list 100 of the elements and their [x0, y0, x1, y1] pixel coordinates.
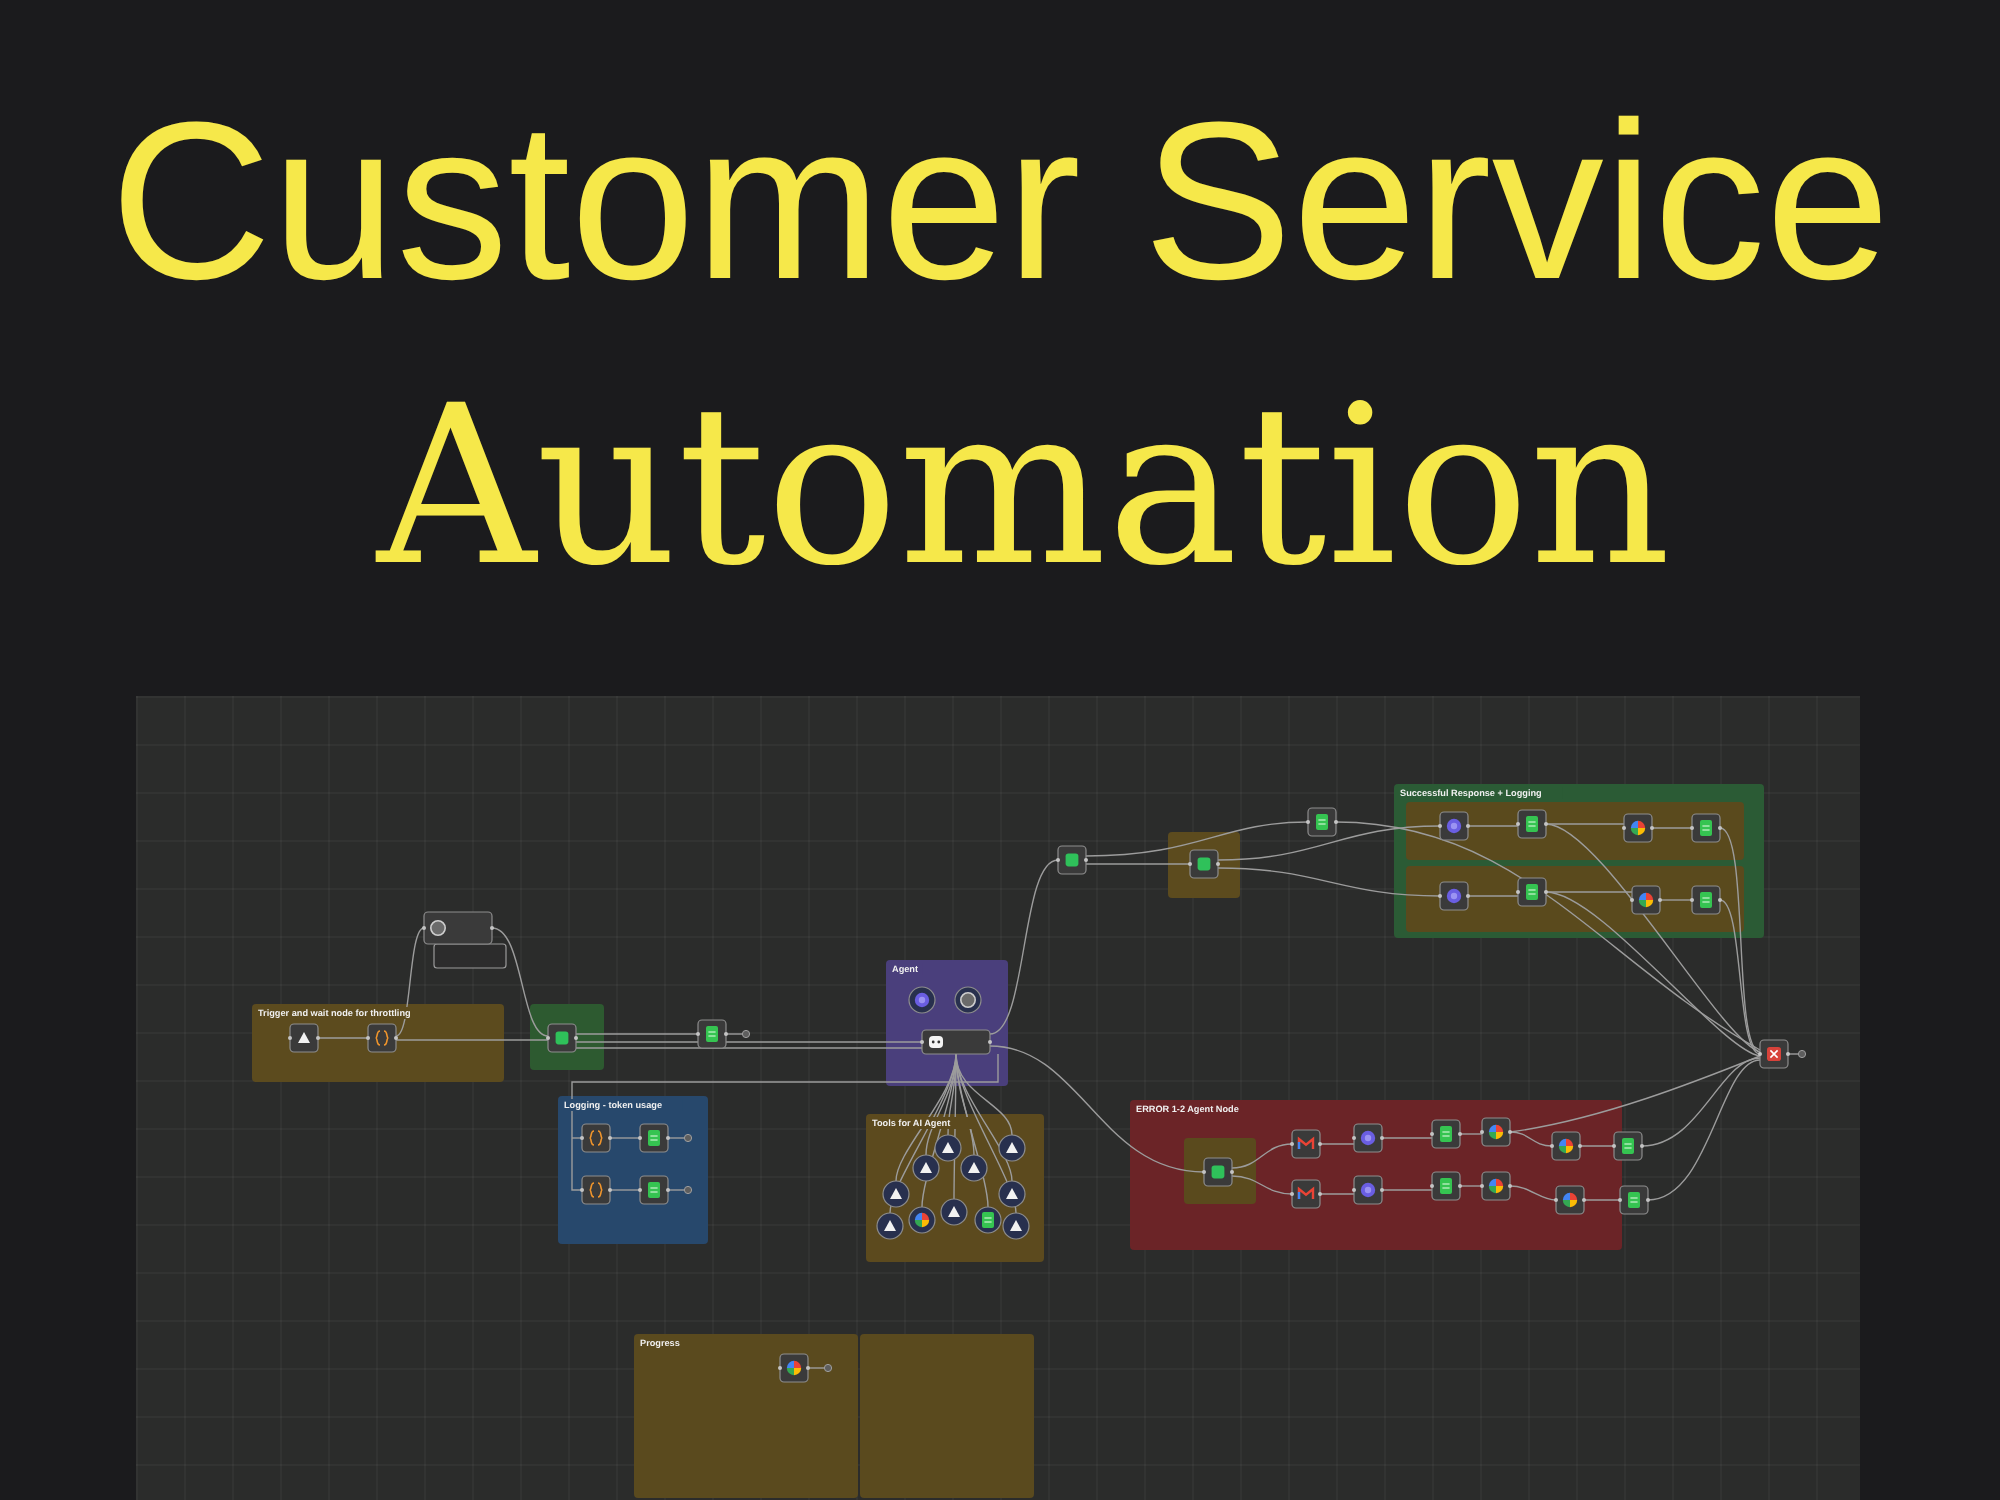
tool-node[interactable] [908, 986, 936, 1014]
connection-line [1381, 1137, 1433, 1139]
tool-node[interactable] [998, 1134, 1026, 1162]
mail-icon [1297, 1186, 1315, 1199]
connector-dot-icon[interactable] [741, 1029, 751, 1039]
pinwheel-icon [1488, 1178, 1504, 1194]
workflow-node[interactable] [1056, 845, 1088, 875]
document-icon [982, 1212, 994, 1228]
workflow-node[interactable] [1550, 1131, 1582, 1161]
connection-line [667, 1189, 685, 1191]
workflow-node[interactable] [1690, 885, 1722, 915]
connection-line [725, 1033, 743, 1035]
workflow-node[interactable] [1430, 1119, 1462, 1149]
connector-dot-icon[interactable] [823, 1363, 833, 1373]
workflow-node[interactable] [1480, 1171, 1512, 1201]
workflow-node[interactable] [638, 1175, 670, 1205]
tool-node[interactable] [882, 1180, 910, 1208]
workflow-node[interactable] [1202, 1157, 1234, 1187]
workflow-node[interactable] [1306, 807, 1338, 837]
workflow-node[interactable] [1612, 1131, 1644, 1161]
workflow-node[interactable] [1622, 813, 1654, 843]
triangle-icon [948, 1206, 960, 1217]
document-icon [648, 1182, 660, 1198]
document-icon [706, 1026, 718, 1042]
workflow-node[interactable] [1758, 1039, 1790, 1069]
brace-icon [588, 1130, 604, 1146]
workflow-node[interactable] [580, 1123, 612, 1153]
title-line: Customer Service [107, 90, 1893, 314]
tool-node[interactable] [912, 1154, 940, 1182]
connection-line [1319, 1193, 1355, 1195]
pinwheel-icon [1630, 820, 1646, 836]
pinwheel-icon [1488, 1124, 1504, 1140]
document-icon [1526, 816, 1538, 832]
attached-panel [433, 943, 507, 969]
workflow-node[interactable] [366, 1023, 398, 1053]
connection-line [575, 1033, 699, 1035]
workflow-node[interactable] [1516, 877, 1548, 907]
workflow-node[interactable] [1690, 813, 1722, 843]
tool-node[interactable] [998, 1180, 1026, 1208]
document-icon [1316, 814, 1328, 830]
workflow-node[interactable] [288, 1023, 320, 1053]
workflow-node[interactable] [638, 1123, 670, 1153]
tool-node[interactable] [960, 1154, 988, 1182]
triangle-icon [968, 1162, 980, 1173]
workflow-node[interactable] [1290, 1179, 1322, 1209]
workflow-node[interactable] [1554, 1185, 1586, 1215]
workflow-node[interactable] [1480, 1117, 1512, 1147]
connector-dot-icon[interactable] [683, 1185, 693, 1195]
connector-dot-icon[interactable] [1797, 1049, 1807, 1059]
pinwheel-icon [1562, 1192, 1578, 1208]
triangle-icon [1006, 1142, 1018, 1153]
workflow-node[interactable] [1290, 1129, 1322, 1159]
robot-icon [929, 1036, 943, 1048]
tool-node[interactable] [908, 1206, 936, 1234]
connection-line [1459, 1185, 1483, 1187]
ring-icon [430, 920, 446, 936]
connection-line [1787, 1053, 1799, 1055]
workflow-node[interactable] [696, 1019, 728, 1049]
connection-line [1231, 1143, 1293, 1169]
tool-node[interactable] [876, 1212, 904, 1240]
disc-icon [1446, 818, 1462, 834]
x-icon [1767, 1047, 1781, 1061]
connection-line [1459, 1133, 1483, 1135]
document-icon [1440, 1178, 1452, 1194]
ring-icon [960, 992, 976, 1008]
pinwheel-icon [1638, 892, 1654, 908]
workflow-node[interactable] [1618, 1185, 1650, 1215]
workflow-node[interactable] [1352, 1123, 1384, 1153]
tool-node[interactable] [1002, 1212, 1030, 1240]
triangle-icon [298, 1032, 310, 1043]
disc-icon [914, 992, 930, 1008]
connector-dot-icon[interactable] [683, 1133, 693, 1143]
workflow-node[interactable] [1438, 881, 1470, 911]
tool-node[interactable] [934, 1134, 962, 1162]
document-icon [1628, 1192, 1640, 1208]
workflow-node[interactable] [1352, 1175, 1384, 1205]
tool-node[interactable] [940, 1198, 968, 1226]
connection-line [1085, 863, 1191, 865]
workflow-node[interactable] [1630, 885, 1662, 915]
workflow-node[interactable] [778, 1353, 810, 1383]
workflow-node[interactable] [1438, 811, 1470, 841]
workflow-node[interactable] [920, 1029, 992, 1055]
workflow-node[interactable] [546, 1023, 578, 1053]
workflow-node[interactable] [1516, 809, 1548, 839]
connection-line [1579, 1145, 1615, 1147]
connection-line [1583, 1199, 1621, 1201]
triangle-icon [890, 1188, 902, 1199]
pinwheel-icon [914, 1212, 930, 1228]
workflow-node[interactable] [422, 911, 494, 945]
disc-icon [1446, 888, 1462, 904]
disc-icon [1360, 1130, 1376, 1146]
workflow-node[interactable] [580, 1175, 612, 1205]
connection-line [1319, 1143, 1355, 1145]
tool-node[interactable] [954, 986, 982, 1014]
connection-line [317, 1037, 369, 1039]
workflow-node[interactable] [1430, 1171, 1462, 1201]
document-icon [648, 1130, 660, 1146]
workflow-node[interactable] [1188, 849, 1220, 879]
tool-node[interactable] [974, 1206, 1002, 1234]
document-icon [1526, 884, 1538, 900]
